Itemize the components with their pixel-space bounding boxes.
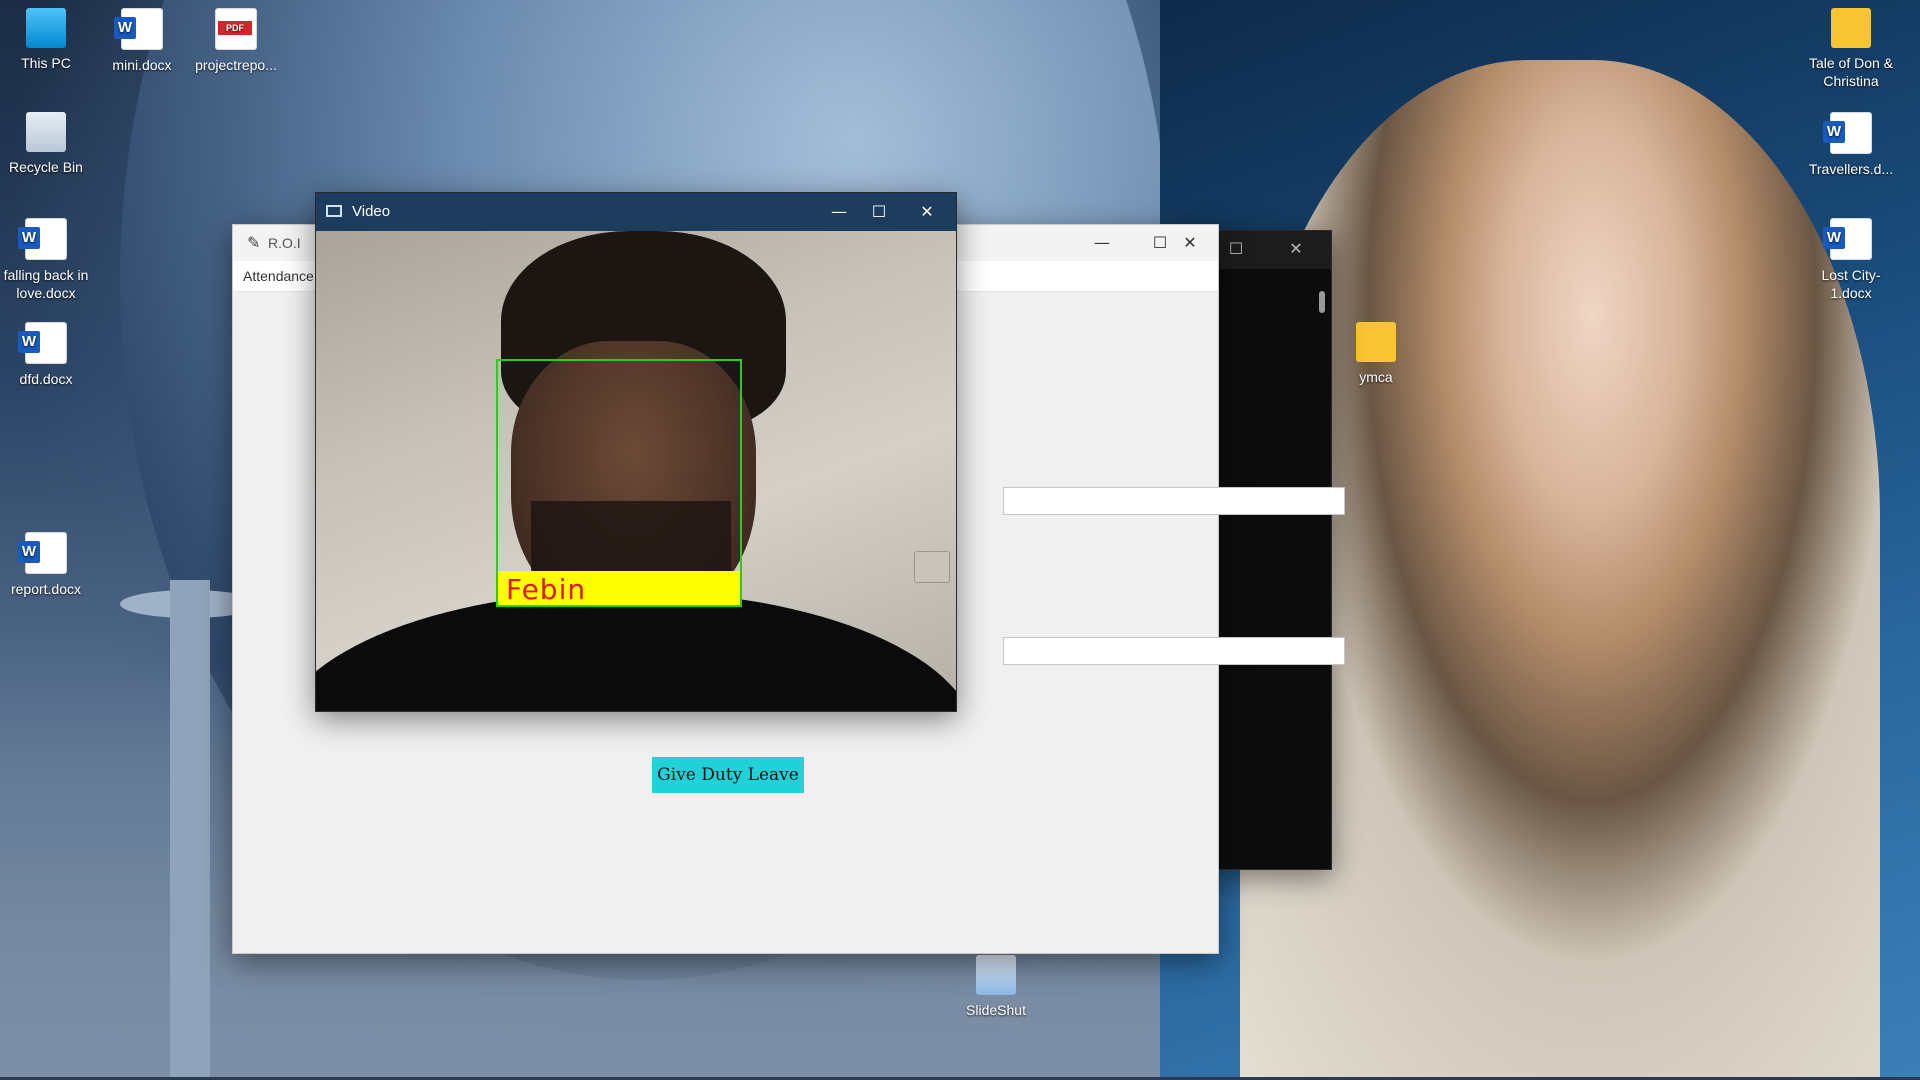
desktop-icon-label: SlideShut	[966, 1002, 1026, 1018]
folder-icon	[1831, 8, 1871, 48]
face-detection-box	[496, 359, 742, 605]
text-entry-2[interactable]	[1003, 637, 1345, 665]
desktop-icon-dfd-docx[interactable]: dfd.docx	[0, 322, 92, 388]
desktop-icon-this-pc[interactable]: This PC	[0, 8, 92, 72]
window-title: R.O.I	[268, 235, 301, 251]
text-entry-1[interactable]	[1003, 487, 1345, 515]
desktop-icon-lost-city[interactable]: Lost City-1.docx	[1805, 218, 1897, 302]
shortcut-icon	[976, 955, 1016, 995]
word-document-icon	[18, 532, 67, 574]
desktop-icon-mini-docx[interactable]: mini.docx	[96, 8, 188, 74]
computer-icon	[26, 8, 66, 48]
video-titlebar[interactable]: Video — ☐ ✕	[316, 193, 956, 231]
desktop-icon-label: mini.docx	[112, 57, 172, 73]
camera-feed: Febin	[316, 231, 956, 711]
desktop-icon-label: dfd.docx	[19, 371, 73, 387]
desktop-icon-label: Lost City-1.docx	[1821, 267, 1881, 302]
desktop-icon-label: ymca	[1359, 369, 1393, 385]
desktop-icon-recycle-bin[interactable]: Recycle Bin	[0, 112, 92, 176]
scrollbar-thumb[interactable]	[1319, 291, 1325, 313]
desktop-icon-label: falling back in love.docx	[3, 267, 89, 302]
desktop-icon-report-docx[interactable]: report.docx	[0, 532, 92, 598]
desktop-icon-projectreport[interactable]: projectrepo...	[190, 8, 282, 74]
desktop-icon-label: Tale of Don & Christina	[1808, 55, 1894, 90]
close-button[interactable]: ✕	[898, 193, 956, 231]
desktop-icon-label: projectrepo...	[195, 57, 277, 73]
folder-icon	[1356, 322, 1396, 362]
console-window[interactable]: ☐ ✕	[1200, 230, 1332, 870]
word-document-icon	[1823, 112, 1872, 154]
feather-icon: ✎	[247, 233, 261, 252]
word-document-icon	[18, 218, 67, 260]
camera-subject-shirt	[316, 591, 956, 711]
app-window-icon	[326, 205, 342, 217]
desktop-icon-label: Travellers.d...	[1808, 161, 1894, 177]
word-document-icon	[114, 8, 163, 50]
face-name-label: Febin	[496, 571, 742, 607]
desktop-icon-travellers[interactable]: Travellers.d...	[1805, 112, 1897, 178]
word-document-icon	[18, 322, 67, 364]
close-button[interactable]: ✕	[1161, 225, 1219, 261]
console-titlebar[interactable]: ☐ ✕	[1201, 231, 1331, 269]
wallpaper-space-needle	[170, 580, 210, 1080]
pdf-file-icon	[215, 8, 257, 50]
word-document-icon	[1823, 218, 1872, 260]
menu-attendance[interactable]: Attendance	[243, 268, 314, 284]
close-icon[interactable]: ✕	[1267, 231, 1325, 267]
wallpaper-person	[1240, 60, 1880, 1080]
video-window[interactable]: Video — ☐ ✕ Febin	[315, 192, 957, 712]
minimize-button[interactable]: —	[1073, 225, 1131, 261]
window-title: Video	[352, 203, 391, 220]
give-duty-leave-button[interactable]: Give Duty Leave	[652, 757, 804, 793]
desktop-icon-slideshut[interactable]: SlideShut	[950, 955, 1042, 1019]
desktop-icon-label: Recycle Bin	[9, 159, 83, 175]
desktop-icon-label: report.docx	[10, 581, 82, 597]
desktop-icon-label: This PC	[21, 55, 71, 71]
detected-name: Febin	[506, 573, 587, 606]
recycle-bin-icon	[26, 112, 66, 152]
desktop-icon-tale-of-don[interactable]: Tale of Don & Christina	[1805, 8, 1897, 90]
wall-switch	[914, 551, 950, 583]
desktop-icon-falling-back[interactable]: falling back in love.docx	[0, 218, 92, 302]
desktop-icon-ymca[interactable]: ymca	[1330, 322, 1422, 386]
